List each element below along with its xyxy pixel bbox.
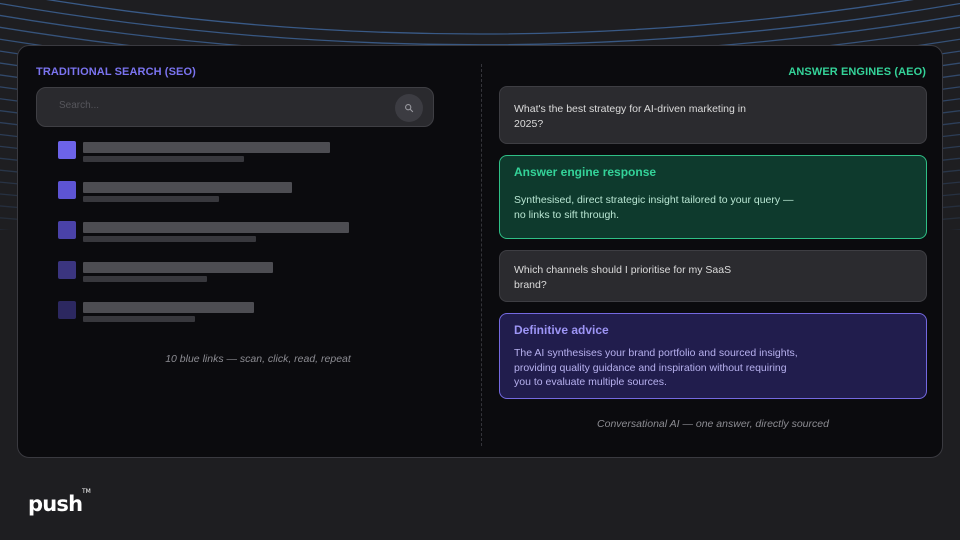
result-snippet-placeholder (83, 316, 195, 322)
column-divider (481, 64, 482, 446)
result-snippet-placeholder (83, 156, 244, 162)
definitive-advice-response: Definitive advice The AI synthesises you… (499, 313, 927, 399)
user-query-bubble: Which channels should I prioritise for m… (499, 250, 927, 302)
response-title: Definitive advice (514, 323, 609, 337)
push-logo: push TM (28, 488, 91, 516)
aeo-caption: Conversational AI — one answer, directly… (597, 418, 829, 430)
result-snippet-placeholder (83, 236, 256, 242)
result-favicon (58, 181, 76, 199)
result-snippet-placeholder (83, 196, 219, 202)
seo-caption: 10 blue links — scan, click, read, repea… (165, 353, 351, 365)
aeo-heading: ANSWER ENGINES (AEO) (788, 66, 926, 78)
wave-line (0, 2, 960, 46)
logo-wordmark: push (28, 492, 83, 516)
result-favicon (58, 261, 76, 279)
user-query-text: Which channels should I prioritise for m… (514, 264, 732, 291)
result-title-placeholder (83, 142, 330, 153)
user-query-text: What's the best strategy for AI-driven m… (514, 103, 746, 130)
answer-engine-response: Answer engine response Synthesised, dire… (499, 155, 927, 239)
result-title-placeholder (83, 262, 273, 273)
search-bar[interactable] (36, 87, 434, 127)
result-title-placeholder (83, 302, 254, 313)
response-body: Synthesised, direct strategic insight ta… (514, 194, 794, 221)
result-favicon (58, 141, 76, 159)
wave-line (46, 0, 914, 35)
search-input[interactable] (59, 100, 359, 111)
result-favicon (58, 301, 76, 319)
result-title-placeholder (83, 182, 292, 193)
result-favicon (58, 221, 76, 239)
user-query-bubble: What's the best strategy for AI-driven m… (499, 86, 927, 144)
response-title: Answer engine response (514, 165, 657, 179)
result-snippet-placeholder (83, 276, 207, 282)
search-icon (405, 104, 414, 113)
response-body: The AI synthesises your brand portfolio … (514, 347, 798, 388)
result-title-placeholder (83, 222, 349, 233)
seo-heading: TRADITIONAL SEARCH (SEO) (36, 66, 196, 78)
comparison-card: TRADITIONAL SEARCH (SEO) Search... 10 bl… (17, 45, 943, 458)
search-button[interactable] (395, 94, 423, 122)
logo-trademark: TM (82, 488, 91, 495)
